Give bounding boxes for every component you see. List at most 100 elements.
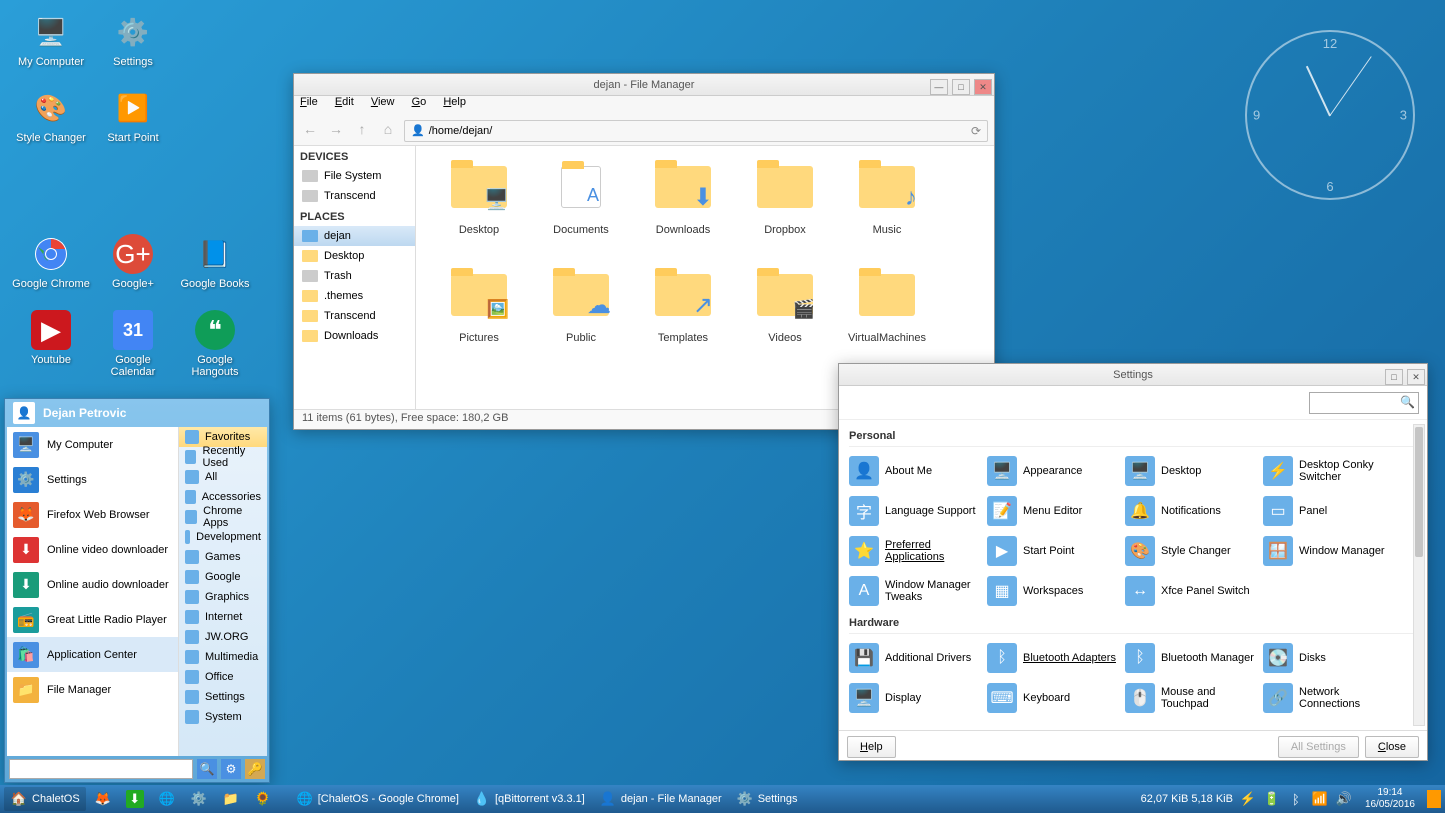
desktop-icon-mycomputer[interactable]: 🖥️My Computer <box>12 12 90 84</box>
window-titlebar[interactable]: dejan - File Manager — □ ✕ <box>294 74 994 96</box>
setting-about-me[interactable]: 👤About Me <box>849 451 987 491</box>
task-chrome[interactable]: 🌐[ChaletOS - Google Chrome] <box>290 787 465 811</box>
close-button[interactable]: ✕ <box>974 79 992 95</box>
sidebar-downloads[interactable]: Downloads <box>294 326 415 346</box>
firefox-launcher[interactable]: 🦊 <box>88 787 118 811</box>
refresh-button[interactable]: ⟳ <box>971 124 981 138</box>
start-right-settings[interactable]: Settings <box>179 687 267 707</box>
start-right-jw.org[interactable]: JW.ORG <box>179 627 267 647</box>
setting-workspaces[interactable]: ▦Workspaces <box>987 571 1125 611</box>
start-left-settings[interactable]: ⚙️Settings <box>7 462 178 497</box>
downloader-launcher[interactable]: ⬇ <box>120 787 150 811</box>
start-right-games[interactable]: Games <box>179 547 267 567</box>
show-desktop[interactable] <box>1427 790 1441 808</box>
close-button[interactable]: Close <box>1365 736 1419 758</box>
sidebar-transcend2[interactable]: Transcend <box>294 306 415 326</box>
desktop-icon-stylechanger[interactable]: 🎨Style Changer <box>12 88 90 160</box>
desktop-icon-gcal[interactable]: 31Google Calendar <box>94 310 172 382</box>
key-button[interactable]: 🔑 <box>245 759 265 779</box>
minimize-button[interactable]: — <box>930 79 948 95</box>
forward-button[interactable]: → <box>326 121 346 141</box>
settings-launcher[interactable]: ⚙️ <box>184 787 214 811</box>
scrollbar[interactable] <box>1413 424 1425 726</box>
menu-edit[interactable]: Edit <box>335 96 354 108</box>
menu-help[interactable]: Help <box>443 96 466 108</box>
desktop-icon-chrome[interactable]: Google Chrome <box>12 234 90 306</box>
start-right-google[interactable]: Google <box>179 567 267 587</box>
scrollbar-thumb[interactable] <box>1415 427 1423 557</box>
network-icon[interactable]: 📶 <box>1311 790 1329 808</box>
task-qbittorrent[interactable]: 💧[qBittorrent v3.3.1] <box>467 787 591 811</box>
menu-go[interactable]: Go <box>412 96 427 108</box>
volume-icon[interactable]: 🔊 <box>1335 790 1353 808</box>
app-launcher[interactable]: 🌻 <box>248 787 278 811</box>
file-documents[interactable]: ADocuments <box>530 158 632 266</box>
taskbar-clock[interactable]: 19:14 16/05/2016 <box>1359 787 1421 811</box>
setting-bluetooth-manager[interactable]: ᛒBluetooth Manager <box>1125 638 1263 678</box>
setting-display[interactable]: 🖥️Display <box>849 678 987 718</box>
search-input[interactable] <box>9 759 193 779</box>
start-right-internet[interactable]: Internet <box>179 607 267 627</box>
sidebar-transcend[interactable]: Transcend <box>294 186 415 206</box>
help-button[interactable]: Help <box>847 736 896 758</box>
file-templates[interactable]: ↗Templates <box>632 266 734 374</box>
start-right-all[interactable]: All <box>179 467 267 487</box>
desktop-icon-googlebooks[interactable]: 📘Google Books <box>176 234 254 306</box>
back-button[interactable]: ← <box>300 121 320 141</box>
menu-view[interactable]: View <box>371 96 395 108</box>
start-button[interactable]: 🏠ChaletOS <box>4 787 86 811</box>
setting-start-point[interactable]: ▶Start Point <box>987 531 1125 571</box>
close-button[interactable]: ✕ <box>1407 369 1425 385</box>
bluetooth-icon[interactable]: ᛒ <box>1287 790 1305 808</box>
file-videos[interactable]: 🎬Videos <box>734 266 836 374</box>
setting-keyboard[interactable]: ⌨Keyboard <box>987 678 1125 718</box>
up-button[interactable]: ↑ <box>352 121 372 141</box>
setting-notifications[interactable]: 🔔Notifications <box>1125 491 1263 531</box>
start-right-development[interactable]: Development <box>179 527 267 547</box>
desktop-icon-startpoint[interactable]: ▶️Start Point <box>94 88 172 160</box>
start-left-firefox-web-browser[interactable]: 🦊Firefox Web Browser <box>7 497 178 532</box>
start-right-system[interactable]: System <box>179 707 267 727</box>
power-icon[interactable]: ⚡ <box>1239 790 1257 808</box>
start-right-chrome-apps[interactable]: Chrome Apps <box>179 507 267 527</box>
start-left-my-computer[interactable]: 🖥️My Computer <box>7 427 178 462</box>
start-left-application-center[interactable]: 🛍️Application Center <box>7 637 178 672</box>
file-downloads[interactable]: ⬇Downloads <box>632 158 734 266</box>
start-right-office[interactable]: Office <box>179 667 267 687</box>
file-dropbox[interactable]: Dropbox <box>734 158 836 266</box>
sidebar-desktop[interactable]: Desktop <box>294 246 415 266</box>
start-right-favorites[interactable]: Favorites <box>179 427 267 447</box>
setting-xfce-panel-switch[interactable]: ↔Xfce Panel Switch <box>1125 571 1263 611</box>
chrome-launcher[interactable]: 🌐 <box>152 787 182 811</box>
setting-window-manager[interactable]: 🪟Window Manager <box>1263 531 1401 571</box>
search-button[interactable]: 🔍 <box>197 759 217 779</box>
window-titlebar[interactable]: Settings □ ✕ <box>839 364 1427 386</box>
setting-preferred-applications[interactable]: ⭐Preferred Applications <box>849 531 987 571</box>
task-settings[interactable]: ⚙️Settings <box>730 787 804 811</box>
sidebar-filesystem[interactable]: File System <box>294 166 415 186</box>
setting-menu-editor[interactable]: 📝Menu Editor <box>987 491 1125 531</box>
start-right-graphics[interactable]: Graphics <box>179 587 267 607</box>
setting-disks[interactable]: 💽Disks <box>1263 638 1401 678</box>
file-public[interactable]: ☁Public <box>530 266 632 374</box>
setting-panel[interactable]: ▭Panel <box>1263 491 1401 531</box>
setting-desktop-conky-switcher[interactable]: ⚡Desktop Conky Switcher <box>1263 451 1401 491</box>
setting-language-support[interactable]: 字Language Support <box>849 491 987 531</box>
desktop-icon-settings[interactable]: ⚙️Settings <box>94 12 172 84</box>
file-desktop[interactable]: 🖥️Desktop <box>428 158 530 266</box>
desktop-icon-hangouts[interactable]: ❝Google Hangouts <box>176 310 254 382</box>
start-right-multimedia[interactable]: Multimedia <box>179 647 267 667</box>
file-music[interactable]: ♪Music <box>836 158 938 266</box>
home-button[interactable]: ⌂ <box>378 121 398 141</box>
sidebar-themes[interactable]: .themes <box>294 286 415 306</box>
battery-icon[interactable]: 🔋 <box>1263 790 1281 808</box>
start-left-file-manager[interactable]: 📁File Manager <box>7 672 178 707</box>
start-left-great-little-radio-player[interactable]: 📻Great Little Radio Player <box>7 602 178 637</box>
menu-file[interactable]: File <box>300 96 318 108</box>
setting-additional-drivers[interactable]: 💾Additional Drivers <box>849 638 987 678</box>
path-bar[interactable]: 👤 /home/dejan/ ⟳ <box>404 120 988 142</box>
setting-desktop[interactable]: 🖥️Desktop <box>1125 451 1263 491</box>
desktop-icon-youtube[interactable]: ▶Youtube <box>12 310 90 382</box>
setting-window-manager-tweaks[interactable]: AWindow Manager Tweaks <box>849 571 987 611</box>
setting-network-connections[interactable]: 🔗Network Connections <box>1263 678 1401 718</box>
